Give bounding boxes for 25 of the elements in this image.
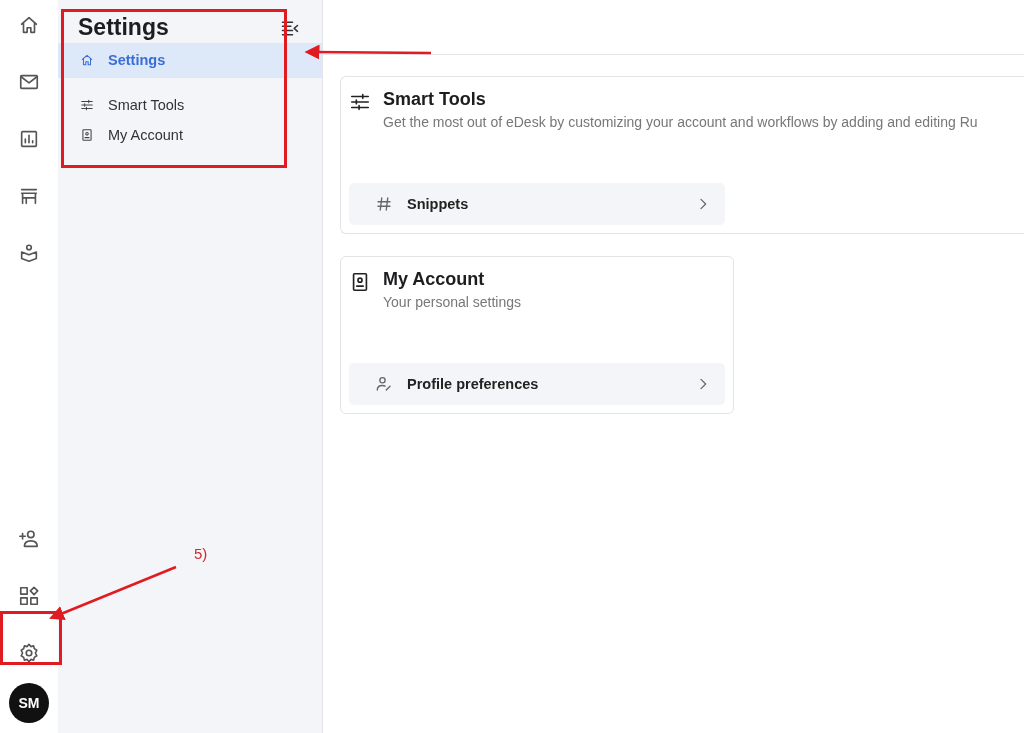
settings-link[interactable]: Profile preferences: [349, 363, 725, 405]
annotation-box: [0, 611, 62, 665]
hash-icon: [375, 195, 393, 213]
chart-icon[interactable]: [18, 128, 40, 150]
sidebar-item[interactable]: Settings: [58, 43, 322, 78]
card-title: My Account: [383, 269, 486, 290]
annotation-label: 5): [194, 545, 208, 562]
sidebar-title: Settings: [78, 14, 169, 41]
home-icon[interactable]: [18, 14, 40, 36]
sidebar-item[interactable]: My Account: [58, 120, 322, 150]
home-icon: [80, 53, 94, 67]
add-user-icon[interactable]: [18, 528, 40, 550]
card-description: Get the most out of eDesk by customizing your account and workflows by adding and editing Ru: [383, 114, 978, 130]
card-title: Smart Tools: [383, 89, 487, 110]
card-description: Your personal settings: [383, 294, 522, 310]
sliders-icon: [349, 91, 371, 113]
sidebar-item[interactable]: Smart Tools: [58, 90, 322, 120]
settings-link[interactable]: Snippets: [349, 183, 725, 225]
settings-icon[interactable]: [18, 642, 40, 664]
sliders-icon: [80, 98, 94, 112]
user-avatar[interactable]: SM: [9, 683, 49, 723]
book-icon[interactable]: [18, 242, 40, 264]
user-edit-icon: [375, 375, 393, 393]
contact-card-icon: [80, 128, 94, 142]
apps-icon[interactable]: [18, 585, 40, 607]
